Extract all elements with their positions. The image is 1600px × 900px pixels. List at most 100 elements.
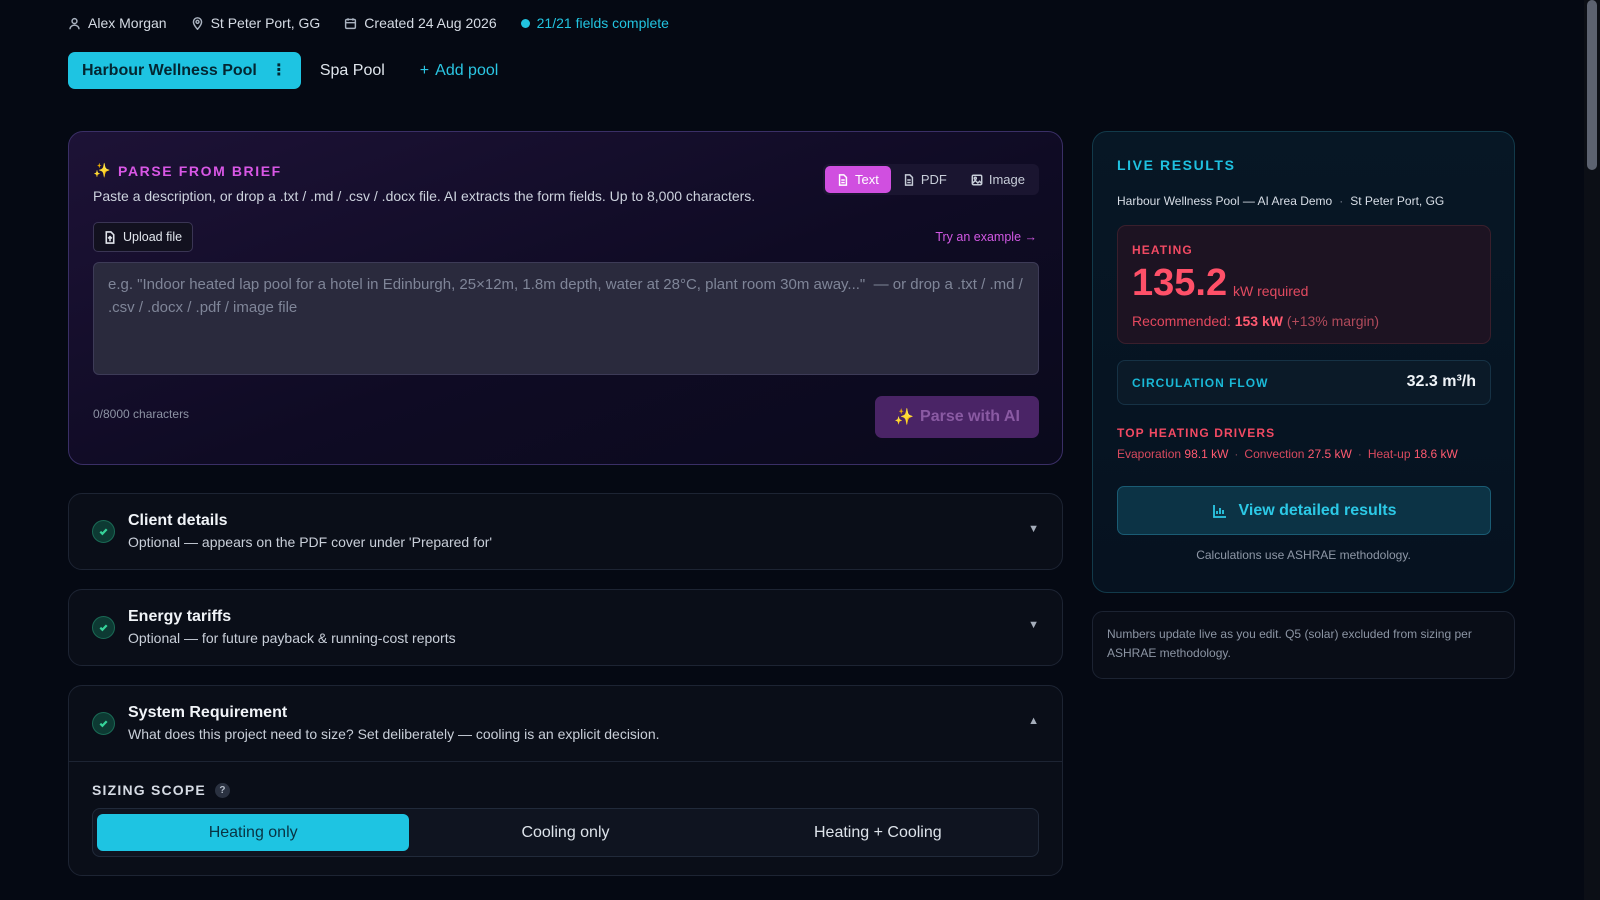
section-subtitle: What does this project need to size? Set… bbox=[128, 726, 660, 742]
pool-tabs: Harbour Wellness Pool ⋮ Spa Pool + Add p… bbox=[68, 52, 498, 89]
recommended-value: 153 kW bbox=[1234, 313, 1283, 329]
section-subtitle: Optional — appears on the PDF cover unde… bbox=[128, 534, 493, 550]
section-title: System Requirement bbox=[128, 704, 288, 721]
mode-text-button[interactable]: Text bbox=[825, 166, 891, 193]
location-pin-icon bbox=[191, 16, 204, 30]
separator-dot: · bbox=[1234, 447, 1239, 461]
system-requirement-body: SIZING SCOPE ? Heating only Cooling only… bbox=[69, 762, 1062, 874]
methodology-note: Calculations use ASHRAE methodology. bbox=[1196, 548, 1411, 562]
flow-value: 32.3 m³/h bbox=[1406, 373, 1476, 390]
file-icon bbox=[903, 173, 915, 186]
live-project-name: Harbour Wellness Pool — AI Area Demo bbox=[1117, 194, 1333, 208]
driver-evaporation: Evaporation 98.1 kW bbox=[1117, 447, 1229, 461]
view-results-label: View detailed results bbox=[1238, 501, 1397, 519]
meta-location: St Peter Port, GG bbox=[191, 15, 321, 31]
section-title: Client details bbox=[128, 512, 228, 529]
recommended-margin: (+13% margin) bbox=[1286, 313, 1380, 329]
scrollbar-thumb[interactable] bbox=[1587, 0, 1597, 170]
plus-icon: + bbox=[419, 61, 430, 79]
meta-created-label: Created 24 Aug 2026 bbox=[364, 15, 497, 31]
parse-from-brief-panel: ✨ PARSE FROM BRIEF Paste a description, … bbox=[68, 131, 1063, 465]
bar-chart-icon bbox=[1212, 503, 1228, 519]
sparkles-icon: ✨ bbox=[93, 162, 113, 178]
add-pool-button[interactable]: + Add pool bbox=[404, 62, 499, 80]
heating-card: HEATING 135.2 kW required Recommended: 1… bbox=[1117, 225, 1491, 344]
document-icon bbox=[837, 173, 849, 186]
try-example-link[interactable]: Try an example → bbox=[935, 230, 1037, 244]
separator-dot: · bbox=[1339, 194, 1344, 208]
mode-image-label: Image bbox=[988, 172, 1025, 187]
chevron-down-icon[interactable]: ▼ bbox=[1028, 619, 1039, 631]
meta-status-label: 21/21 fields complete bbox=[536, 15, 669, 31]
parse-panel-heading: ✨ PARSE FROM BRIEF bbox=[93, 162, 282, 179]
complete-check-icon bbox=[92, 712, 115, 735]
mode-pdf-label: PDF bbox=[920, 172, 947, 187]
heating-drivers-list: Evaporation 98.1 kW · Convection 27.5 kW… bbox=[1117, 447, 1458, 461]
mode-pdf-button[interactable]: PDF bbox=[891, 166, 959, 193]
parse-with-ai-button[interactable]: ✨ Parse with AI bbox=[875, 396, 1039, 438]
section-header-system-requirement[interactable]: System Requirement What does this projec… bbox=[69, 686, 1062, 761]
circulation-flow-card: CIRCULATION FLOW 32.3 m³/h bbox=[1117, 360, 1491, 405]
view-detailed-results-button[interactable]: View detailed results bbox=[1117, 486, 1491, 535]
complete-check-icon bbox=[92, 616, 115, 639]
complete-check-icon bbox=[92, 520, 115, 543]
live-results-title: LIVE RESULTS bbox=[1117, 157, 1236, 173]
heating-unit: kW required bbox=[1233, 283, 1309, 299]
meta-user: Alex Morgan bbox=[68, 15, 167, 31]
live-update-note: Numbers update live as you edit. Q5 (sol… bbox=[1092, 611, 1515, 679]
meta-completion-status: 21/21 fields complete bbox=[520, 15, 669, 31]
tab-harbour-wellness-pool[interactable]: Harbour Wellness Pool ⋮ bbox=[68, 52, 301, 89]
section-header-energy-tariffs[interactable]: Energy tariffs Optional — for future pay… bbox=[69, 590, 1062, 665]
scope-cooling-only[interactable]: Cooling only bbox=[409, 814, 721, 851]
live-project-location: St Peter Port, GG bbox=[1350, 194, 1445, 208]
heating-label: HEATING bbox=[1132, 243, 1193, 257]
driver-convection: Convection 27.5 kW bbox=[1244, 447, 1352, 461]
meta-created: Created 24 Aug 2026 bbox=[344, 15, 497, 31]
section-energy-tariffs: Energy tariffs Optional — for future pay… bbox=[68, 589, 1063, 666]
calendar-icon bbox=[344, 17, 357, 30]
section-system-requirement: System Requirement What does this projec… bbox=[68, 685, 1063, 876]
parse-description: Paste a description, or drop a .txt / .m… bbox=[93, 188, 756, 204]
section-subtitle: Optional — for future payback & running-… bbox=[128, 630, 456, 646]
parse-button-label: Parse with AI bbox=[920, 408, 1020, 425]
mode-text-label: Text bbox=[855, 172, 879, 187]
driver-heat-up: Heat-up 18.6 kW bbox=[1367, 447, 1458, 461]
upload-file-icon bbox=[104, 230, 116, 244]
page-scrollbar[interactable] bbox=[1584, 0, 1600, 900]
section-title: Energy tariffs bbox=[128, 608, 232, 625]
upload-file-button[interactable]: Upload file bbox=[93, 222, 194, 252]
project-meta-bar: Alex Morgan St Peter Port, GG Created 24… bbox=[68, 14, 669, 32]
scope-heating-cooling[interactable]: Heating + Cooling bbox=[722, 814, 1034, 851]
user-icon bbox=[68, 17, 81, 30]
tab-active-label: Harbour Wellness Pool bbox=[82, 61, 257, 79]
status-dot-icon bbox=[520, 18, 530, 28]
section-client-details: Client details Optional — appears on the… bbox=[68, 493, 1063, 570]
parse-sparkles-icon: ✨ bbox=[894, 409, 915, 426]
chevron-up-icon[interactable]: ▲ bbox=[1028, 715, 1039, 727]
input-mode-toggle: Text PDF Image bbox=[823, 164, 1039, 195]
sizing-scope-segmented-control: Heating only Cooling only Heating + Cool… bbox=[92, 808, 1039, 857]
heating-value: 135.2 bbox=[1132, 262, 1228, 304]
sizing-scope-label: SIZING SCOPE ? bbox=[92, 782, 230, 798]
recommended-label: Recommended: bbox=[1132, 313, 1231, 329]
meta-location-label: St Peter Port, GG bbox=[210, 15, 321, 31]
live-project-line: Harbour Wellness Pool — AI Area Demo · S… bbox=[1117, 194, 1444, 208]
chevron-down-icon[interactable]: ▼ bbox=[1028, 523, 1039, 535]
help-icon[interactable]: ? bbox=[214, 782, 230, 798]
tab-spa-pool[interactable]: Spa Pool bbox=[301, 62, 404, 80]
more-options-icon[interactable]: ⋮ bbox=[271, 62, 287, 79]
section-header-client-details[interactable]: Client details Optional — appears on the… bbox=[69, 494, 1062, 569]
character-count: 0/8000 characters bbox=[93, 407, 190, 421]
scope-heating-only[interactable]: Heating only bbox=[97, 814, 410, 851]
parse-title-label: PARSE FROM BRIEF bbox=[118, 162, 282, 179]
meta-user-label: Alex Morgan bbox=[88, 15, 167, 31]
drivers-label: TOP HEATING DRIVERS bbox=[1117, 426, 1276, 440]
add-pool-label: Add pool bbox=[435, 61, 499, 79]
sizing-scope-text: SIZING SCOPE bbox=[92, 782, 206, 798]
upload-file-label: Upload file bbox=[123, 230, 183, 244]
separator-dot: · bbox=[1357, 447, 1362, 461]
heating-recommendation: Recommended: 153 kW (+13% margin) bbox=[1132, 313, 1379, 329]
mode-image-button[interactable]: Image bbox=[959, 166, 1037, 193]
brief-textarea[interactable] bbox=[93, 262, 1039, 375]
flow-label: CIRCULATION FLOW bbox=[1132, 376, 1269, 390]
